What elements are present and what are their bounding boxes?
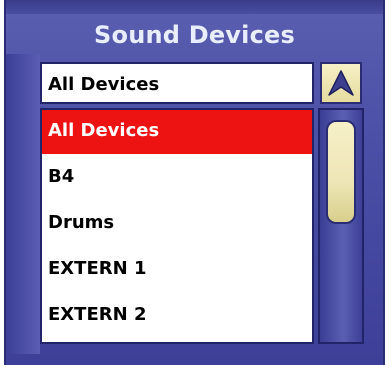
list-item[interactable]: All Devices: [42, 110, 312, 154]
device-list[interactable]: All Devices B4 Drums EXTERN 1 EXTERN 2: [40, 108, 314, 344]
sound-devices-panel: Sound Devices All Devices All Devices B4…: [4, 0, 385, 365]
panel-left-edge: [6, 54, 40, 354]
device-select-field[interactable]: All Devices: [40, 62, 314, 104]
list-item-label: All Devices: [48, 120, 160, 141]
scroll-up-button[interactable]: [320, 62, 362, 104]
device-select-value: All Devices: [48, 74, 160, 95]
list-item-label: Drums: [48, 212, 115, 233]
scrollbar-track[interactable]: [318, 108, 364, 344]
up-arrow-icon: [328, 70, 354, 96]
list-item-label: EXTERN 1: [48, 258, 147, 279]
list-item[interactable]: EXTERN 2: [42, 294, 312, 338]
panel-top-strip: [6, 0, 383, 14]
list-item[interactable]: Drums: [42, 202, 312, 246]
scrollbar-thumb[interactable]: [326, 120, 356, 224]
list-item-label: B4: [48, 166, 75, 187]
list-item[interactable]: EXTERN 1: [42, 248, 312, 292]
list-item[interactable]: B4: [42, 156, 312, 200]
list-item-label: EXTERN 2: [48, 304, 147, 325]
panel-title: Sound Devices: [94, 21, 295, 49]
